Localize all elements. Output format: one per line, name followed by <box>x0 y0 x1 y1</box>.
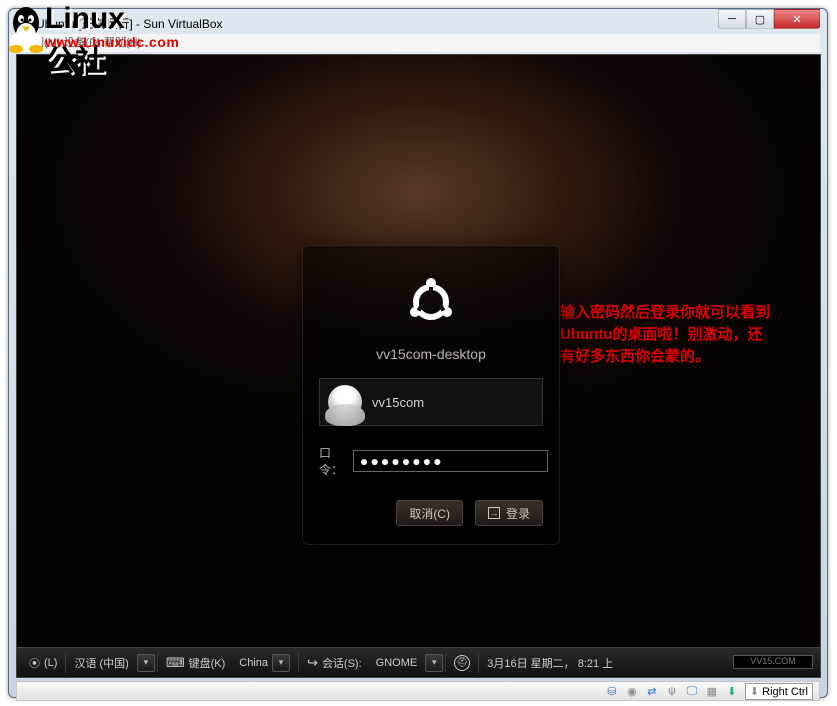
cd-icon[interactable]: ◉ <box>625 684 639 698</box>
keyboard-selector[interactable]: ⌨ 键盘(K) <box>160 652 231 674</box>
password-input[interactable] <box>353 450 548 472</box>
password-label: 口令： <box>319 444 343 478</box>
guest-display: 输入密码然后登录你就可以看到Ubuntu的桌面啦！别激动，还有好多东西你会蒙的。… <box>16 54 821 678</box>
menu-control[interactable]: 控制(M) <box>22 37 61 49</box>
mouse-icon[interactable]: ⬇ <box>725 684 739 698</box>
shared-folder-icon[interactable]: 🖵 <box>685 684 699 698</box>
kbd-label: 键盘(K) <box>189 655 226 671</box>
maximize-button[interactable]: ▢ <box>746 9 774 29</box>
panel-separator <box>65 653 66 673</box>
cancel-button-label: 取消(C) <box>409 505 450 522</box>
window-titlebar[interactable]: ▯ Ubuntu [正在运行] - Sun VirtualBox <box>16 16 820 34</box>
annotation-text: 输入密码然后登录你就可以看到Ubuntu的桌面啦！别激动，还有好多东西你会蒙的。 <box>560 302 770 367</box>
username-label: vv15com <box>372 395 424 410</box>
language-selector[interactable]: ⦿ (L) <box>23 652 63 674</box>
network-icon[interactable]: ⇄ <box>645 684 659 698</box>
password-row: 口令： <box>319 444 543 478</box>
close-button[interactable]: ✕ <box>774 9 820 29</box>
clock: 3月16日 星期二， 8:21 上 <box>481 652 619 674</box>
accessibility-icon <box>454 655 470 671</box>
session-label: 会话(S): <box>322 655 362 671</box>
minimize-button[interactable]: ─ <box>718 9 746 29</box>
menu-help[interactable]: 帮助(H) <box>104 37 141 49</box>
keyboard-icon: ⌨ <box>166 655 185 671</box>
language-dropdown[interactable] <box>137 654 155 672</box>
login-button-row: 取消(C) → 登录 <box>319 500 543 526</box>
ubuntu-logo-icon <box>319 274 543 330</box>
panel-separator <box>478 653 479 673</box>
session-dropdown[interactable] <box>425 654 443 672</box>
virtualbox-menubar[interactable]: 控制(M) 设备(D) 帮助(H) <box>16 34 820 52</box>
cancel-button[interactable]: 取消(C) <box>396 500 463 526</box>
host-key-indicator: ⬇ Right Ctrl <box>745 683 813 700</box>
lang-key: ⦿ <box>29 655 40 671</box>
keyboard-value[interactable]: China <box>233 652 296 674</box>
virtualbox-icon: ▯ <box>16 16 30 30</box>
user-selector[interactable]: vv15com <box>319 378 543 426</box>
vrdp-icon[interactable]: ▦ <box>705 684 719 698</box>
panel-separator <box>445 653 446 673</box>
window-controls: ─ ▢ ✕ <box>718 9 820 29</box>
kbd-value-label: China <box>239 657 268 669</box>
menu-devices[interactable]: 设备(D) <box>64 37 101 49</box>
hostname-label: vv15com-desktop <box>319 346 543 362</box>
language-value[interactable]: 汉语 (中国) <box>68 652 134 674</box>
login-button-label: 登录 <box>506 505 530 522</box>
session-value-label: GNOME <box>376 657 418 669</box>
panel-separator <box>157 653 158 673</box>
clock-text: 3月16日 星期二， 8:21 上 <box>487 655 613 671</box>
session-selector[interactable]: ↪ 会话(S): <box>301 652 368 674</box>
lang-accel: (L) <box>44 657 57 669</box>
virtualbox-window: ▯ Ubuntu [正在运行] - Sun VirtualBox ─ ▢ ✕ 控… <box>8 8 828 698</box>
virtualbox-statusbar: ⛁ ◉ ⇄ ψ 🖵 ▦ ⬇ ⬇ Right Ctrl <box>16 681 820 701</box>
user-avatar-icon <box>328 385 362 419</box>
session-icon: ↪ <box>307 655 318 671</box>
panel-separator <box>298 653 299 673</box>
usb-icon[interactable]: ψ <box>665 684 679 698</box>
accessibility-button[interactable] <box>448 652 476 674</box>
vv15-watermark: VV15.COM <box>733 655 813 669</box>
window-title: Ubuntu [正在运行] - Sun VirtualBox <box>36 15 223 32</box>
hdd-icon[interactable]: ⛁ <box>605 684 619 698</box>
host-key-text: Right Ctrl <box>762 686 808 698</box>
gdm-login-panel: vv15com-desktop vv15com 口令： 取消(C) → 登录 <box>302 245 560 545</box>
login-button[interactable]: → 登录 <box>475 500 543 526</box>
session-value[interactable]: GNOME <box>370 652 424 674</box>
enter-icon: → <box>488 507 500 519</box>
keyboard-dropdown[interactable] <box>272 654 290 672</box>
gdm-bottom-panel: ⦿ (L) 汉语 (中国) ⌨ 键盘(K) China ↪ 会话(S): <box>17 647 820 677</box>
lang-value-label: 汉语 (中国) <box>74 655 128 671</box>
